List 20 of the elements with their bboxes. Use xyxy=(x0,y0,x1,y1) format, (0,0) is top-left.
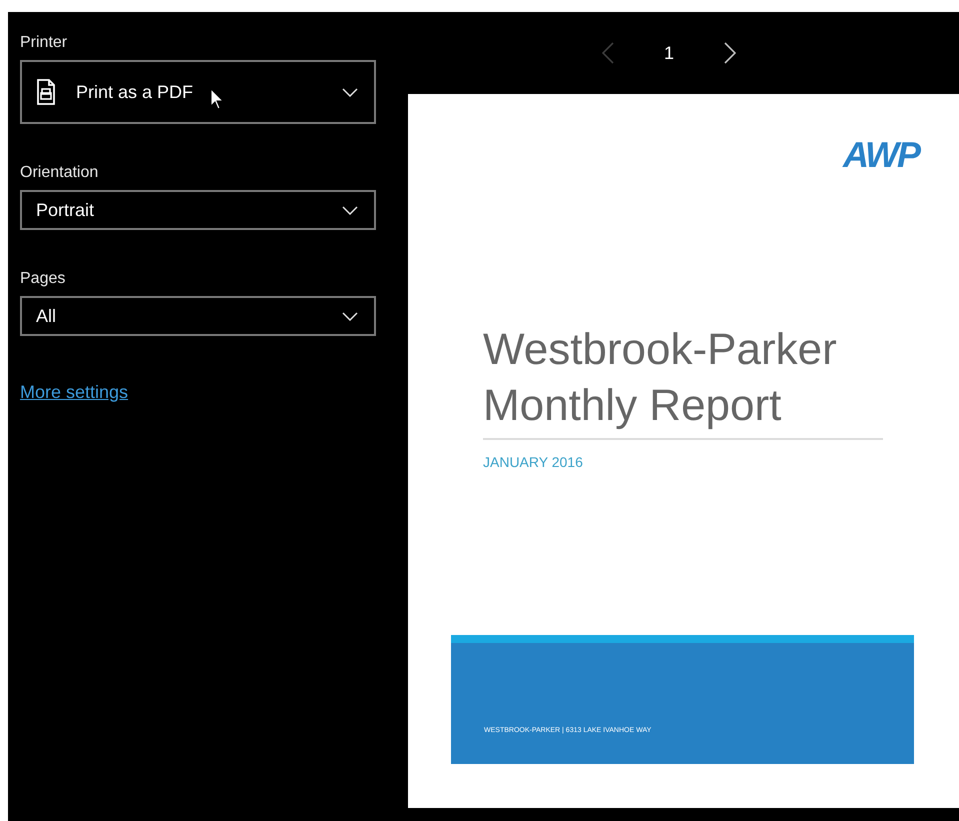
dropdown[interactable]: Print as a PDF xyxy=(20,60,376,124)
dropdown[interactable]: Portrait xyxy=(20,190,376,230)
page-number: 1 xyxy=(664,42,674,64)
more-settings-link[interactable]: More settings xyxy=(20,382,128,403)
field-label: Printer xyxy=(20,34,68,52)
chevron-right-icon xyxy=(724,42,736,64)
dropdown[interactable]: All xyxy=(20,296,376,336)
field-label: Orientation xyxy=(20,164,100,182)
chevron-down-icon xyxy=(342,88,358,96)
next-page-button[interactable] xyxy=(722,40,738,66)
report-title: Westbrook-Parker xyxy=(483,324,838,376)
field-label: Pages xyxy=(20,270,66,288)
mouse-cursor-icon xyxy=(210,88,224,110)
chevron-left-icon xyxy=(602,42,614,64)
printer-document-icon xyxy=(36,79,56,105)
logo: AWP xyxy=(842,134,919,176)
chevron-down-icon xyxy=(342,206,358,214)
report-date: JANUARY 2016 xyxy=(483,454,584,470)
report-title: Monthly Report xyxy=(483,380,782,432)
chevron-down-icon xyxy=(342,312,358,320)
